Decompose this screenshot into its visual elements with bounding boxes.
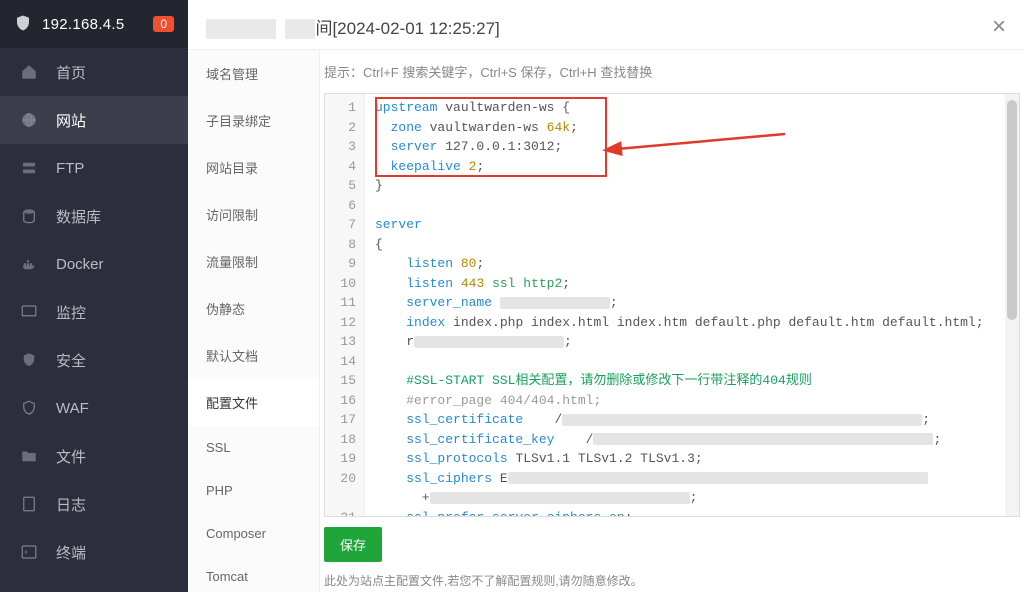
- docker-icon: [20, 255, 42, 273]
- sidebar-item-terminal[interactable]: 终端: [0, 528, 188, 576]
- sidebar-item-docker[interactable]: Docker: [0, 240, 188, 288]
- sidebar-item-server[interactable]: FTP: [0, 144, 188, 192]
- tab-9[interactable]: PHP: [188, 469, 319, 512]
- sidebar-item-shield[interactable]: 安全: [0, 336, 188, 384]
- sidebar-item-database[interactable]: 数据库: [0, 192, 188, 240]
- sidebar-item-label: FTP: [56, 160, 84, 177]
- editor-hint: 提示：Ctrl+F 搜索关键字，Ctrl+S 保存，Ctrl+H 查找替换: [320, 50, 1024, 93]
- modal-header: 间[2024-02-01 12:25:27] ×: [188, 0, 1024, 50]
- config-editor[interactable]: 1234567891011121314151617181920 21 upstr…: [324, 93, 1020, 517]
- sidebar-item-label: Docker: [56, 256, 104, 273]
- tab-8[interactable]: SSL: [188, 426, 319, 469]
- sidebar-ip: 192.168.4.5: [42, 16, 153, 33]
- tab-0[interactable]: 域名管理: [188, 50, 319, 97]
- sidebar-item-waf[interactable]: WAF: [0, 384, 188, 432]
- log-icon: [20, 495, 42, 513]
- sidebar-item-log[interactable]: 日志: [0, 480, 188, 528]
- sidebar-item-label: WAF: [56, 400, 89, 417]
- tab-1[interactable]: 子目录绑定: [188, 97, 319, 144]
- sidebar-item-label: 日志: [56, 494, 86, 515]
- tab-11[interactable]: Tomcat: [188, 555, 319, 592]
- sidebar-item-label: 终端: [56, 542, 86, 563]
- close-icon[interactable]: ×: [992, 15, 1006, 39]
- shield-icon: [14, 14, 32, 35]
- tab-5[interactable]: 伪静态: [188, 285, 319, 332]
- sidebar-item-label: 数据库: [56, 206, 101, 227]
- tab-6[interactable]: 默认文档: [188, 332, 319, 379]
- editor-scrollbar[interactable]: [1005, 94, 1019, 516]
- tab-10[interactable]: Composer: [188, 512, 319, 555]
- sidebar-item-monitor[interactable]: 监控: [0, 288, 188, 336]
- site-config-modal: 间[2024-02-01 12:25:27] × 域名管理子目录绑定网站目录访问…: [188, 0, 1024, 592]
- shield-icon: [20, 351, 42, 369]
- notification-badge[interactable]: 0: [153, 16, 174, 32]
- tab-3[interactable]: 访问限制: [188, 191, 319, 238]
- sidebar-item-label: 文件: [56, 446, 86, 467]
- server-icon: [20, 159, 42, 177]
- tab-2[interactable]: 网站目录: [188, 144, 319, 191]
- editor-gutter: 1234567891011121314151617181920 21: [325, 94, 365, 516]
- database-icon: [20, 207, 42, 225]
- sidebar-item-label: 网站: [56, 110, 86, 131]
- folder-icon: [20, 447, 42, 465]
- sidebar-header: 192.168.4.5 0: [0, 0, 188, 48]
- globe-icon: [20, 111, 42, 129]
- save-button[interactable]: 保存: [324, 527, 382, 562]
- waf-icon: [20, 399, 42, 417]
- tab-7[interactable]: 配置文件: [188, 379, 319, 426]
- home-icon: [20, 63, 42, 81]
- sidebar-item-folder[interactable]: 文件: [0, 432, 188, 480]
- editor-code[interactable]: upstream vaultwarden-ws { zone vaultward…: [365, 94, 1019, 516]
- monitor-icon: [20, 303, 42, 321]
- sidebar-item-label: 监控: [56, 302, 86, 323]
- sidebar-item-label: 首页: [56, 62, 86, 83]
- modal-title: 间[2024-02-01 12:25:27]: [206, 14, 500, 39]
- sidebar: 192.168.4.5 0 首页网站 FTP 数据库 Docker 监控安全 WAF 文件日…: [0, 0, 188, 592]
- modal-tabs: 域名管理子目录绑定网站目录访问限制流量限制伪静态默认文档配置文件SSLPHPCo…: [188, 50, 320, 592]
- sidebar-item-label: 安全: [56, 350, 86, 371]
- tab-4[interactable]: 流量限制: [188, 238, 319, 285]
- sidebar-item-home[interactable]: 首页: [0, 48, 188, 96]
- editor-note: 此处为站点主配置文件,若您不了解配置规则,请勿随意修改。: [320, 568, 1024, 589]
- sidebar-item-globe[interactable]: 网站: [0, 96, 188, 144]
- terminal-icon: [20, 543, 42, 561]
